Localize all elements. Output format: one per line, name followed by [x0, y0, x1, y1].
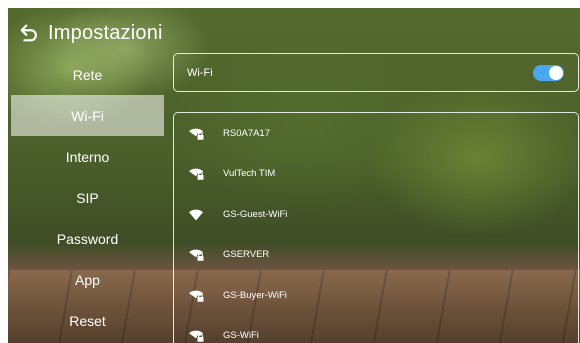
- menu-item-sip[interactable]: SIP: [11, 177, 164, 218]
- menu-item-rete[interactable]: Rete: [11, 54, 164, 95]
- menu-item-reset[interactable]: Reset: [11, 300, 164, 341]
- settings-screen: Impostazioni Rete Wi-Fi Interno SIP Pass…: [8, 8, 580, 343]
- network-list: RS0A7A17 VulTech TIM GS-Guest-WiFi GSERVER G…: [173, 112, 579, 343]
- wifi-locked-icon: [189, 168, 204, 181]
- network-row[interactable]: GS-WiFi: [174, 316, 578, 343]
- wifi-toggle-label: Wi-Fi: [187, 66, 213, 79]
- header: Impostazioni: [18, 19, 163, 47]
- network-ssid: GSERVER: [223, 249, 270, 261]
- wifi-locked-icon: [189, 330, 204, 343]
- network-ssid: GS-WiFi: [223, 330, 259, 342]
- wifi-icon: [189, 209, 203, 221]
- network-row[interactable]: GS-Buyer-WiFi: [174, 275, 578, 316]
- page-title: Impostazioni: [48, 21, 163, 44]
- network-ssid: GS-Buyer-WiFi: [223, 289, 287, 301]
- network-ssid: GS-Guest-WiFi: [223, 208, 288, 220]
- wifi-toggle-row: Wi-Fi: [173, 53, 579, 92]
- settings-menu: Rete Wi-Fi Interno SIP Password App Rese…: [11, 54, 164, 341]
- menu-item-interno[interactable]: Interno: [11, 136, 164, 177]
- network-row[interactable]: VulTech TIM: [174, 154, 578, 195]
- toggle-knob: [549, 65, 563, 80]
- menu-item-password[interactable]: Password: [11, 218, 164, 259]
- wifi-locked-icon: [189, 290, 204, 302]
- network-row[interactable]: GSERVER: [174, 235, 578, 276]
- wifi-toggle-switch[interactable]: [533, 64, 564, 81]
- network-row[interactable]: RS0A7A17: [174, 113, 578, 154]
- menu-item-wifi[interactable]: Wi-Fi: [11, 95, 164, 136]
- back-arrow-icon[interactable]: [18, 22, 40, 44]
- network-ssid: VulTech TIM: [223, 168, 276, 180]
- network-row[interactable]: GS-Guest-WiFi: [174, 194, 578, 235]
- network-ssid: RS0A7A17: [223, 127, 271, 139]
- wifi-locked-icon: [189, 249, 204, 262]
- wifi-locked-icon: [189, 128, 204, 140]
- menu-item-app[interactable]: App: [11, 259, 164, 300]
